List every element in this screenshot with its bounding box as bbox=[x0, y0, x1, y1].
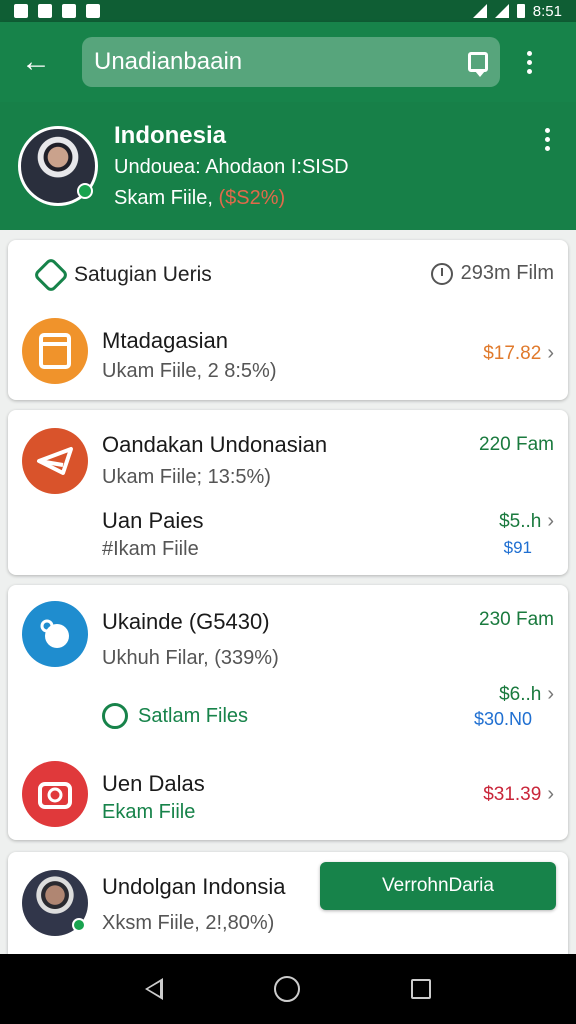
chevron-right-icon: › bbox=[547, 683, 554, 705]
battery-icon bbox=[516, 4, 525, 18]
camera-icon[interactable] bbox=[22, 761, 88, 827]
card-header-right-text: 293m Film bbox=[460, 262, 554, 284]
chevron-right-icon: › bbox=[547, 342, 554, 364]
card-header-title-text: Satugian Ueris bbox=[74, 263, 212, 286]
card-header-right: 293m Film bbox=[430, 262, 554, 285]
nav-recents-icon[interactable] bbox=[410, 979, 431, 999]
list-item-subtitle: Ukhuh Filar, (339%) bbox=[102, 647, 279, 669]
online-status-icon bbox=[72, 918, 86, 932]
list-item-subtitle: #Ikam Fiile bbox=[102, 538, 199, 560]
card-header-title: Satugian Ueris bbox=[74, 263, 212, 287]
kebab-menu-icon[interactable] bbox=[514, 50, 544, 74]
clock-icon bbox=[430, 262, 453, 285]
list-item-subtitle: Ekam Fiile bbox=[102, 801, 196, 823]
profile-name: Indonesia bbox=[114, 122, 227, 149]
game-icon bbox=[62, 4, 76, 18]
hexagon-icon bbox=[32, 256, 70, 294]
amount-text: $5..h bbox=[499, 510, 542, 532]
arrow-left-icon[interactable]: ← bbox=[14, 40, 58, 84]
clock-time: 8:51 bbox=[532, 2, 562, 20]
system-indicators: 8:51 bbox=[472, 2, 562, 20]
amount-text: $31.39 bbox=[483, 783, 542, 805]
profile-info: Indonesia Undouea: Ahodaon I:SISD Skam F… bbox=[114, 122, 349, 210]
card-transfers: Oandakan Undonasian Ukam Fiile; 13:5%) 2… bbox=[8, 410, 568, 575]
chat-bubble-icon[interactable] bbox=[468, 52, 488, 77]
list-item-title[interactable]: Oandakan Undonasian bbox=[102, 432, 327, 458]
list-item-amount-secondary: $91 bbox=[503, 538, 532, 557]
nav-back-icon[interactable] bbox=[145, 978, 164, 1000]
card-header: Satugian Ueris bbox=[32, 256, 212, 294]
profile-file-pct: ($S2%) bbox=[218, 187, 286, 209]
list-item-amount-secondary: $30.N0 bbox=[473, 709, 532, 729]
profile-file-label: Skam Fiile, bbox=[114, 187, 219, 209]
chevron-right-icon: › bbox=[547, 510, 554, 532]
avatar[interactable] bbox=[22, 870, 88, 936]
profile-header: Indonesia Undouea: Ahodaon I:SISD Skam F… bbox=[0, 102, 576, 230]
status-bar: 8:51 bbox=[0, 0, 576, 22]
list-item-amount[interactable]: $17.82 › bbox=[483, 342, 554, 365]
profile-subtitle: Undouea: Ahodaon I:SISD bbox=[114, 156, 349, 178]
list-item-subtitle: Ukam Fiile, 2 8:5%) bbox=[102, 360, 277, 382]
chevron-right-icon: › bbox=[547, 783, 554, 805]
satlam-files-link[interactable]: Satlam Files bbox=[102, 703, 248, 729]
link-label: Satlam Files bbox=[138, 704, 249, 727]
clock-icon bbox=[102, 703, 128, 729]
list-item-amount[interactable]: $6..h › bbox=[499, 683, 554, 706]
signal-icon bbox=[494, 4, 509, 18]
card-accounts: Ukainde (G5430) Ukhuh Filar, (339%) 230 … bbox=[8, 585, 568, 840]
list-item-right: 230 Fam bbox=[479, 609, 554, 630]
profile-file: Skam Fiile, ($S2%) bbox=[114, 187, 349, 210]
list-item-title[interactable]: Ukainde (G5430) bbox=[102, 609, 270, 635]
action-button[interactable]: VerrohnDaria bbox=[320, 862, 556, 910]
nav-home-icon[interactable] bbox=[273, 976, 300, 1002]
list-item-title[interactable]: Uen Dalas bbox=[102, 771, 205, 797]
card-summary: Satugian Ueris 293m Film Mtadagasian Uka… bbox=[8, 240, 568, 400]
system-navbar bbox=[0, 954, 576, 1024]
avatar[interactable] bbox=[18, 126, 98, 206]
list-item-amount[interactable]: $5..h › bbox=[499, 510, 554, 533]
sim-icon bbox=[86, 4, 100, 18]
list-item-title[interactable]: Mtadagasian bbox=[102, 328, 228, 354]
list-item-subtitle: Xksm Fiile, 2!,80%) bbox=[102, 912, 275, 934]
search-input[interactable]: Unadianbaain bbox=[94, 48, 468, 76]
document-icon[interactable] bbox=[22, 318, 88, 384]
list-item-subtitle: Ukam Fiile; 13:5%) bbox=[102, 466, 271, 488]
drop-icon[interactable] bbox=[22, 601, 88, 667]
wifi-icon bbox=[472, 4, 487, 18]
search-field[interactable]: Unadianbaain bbox=[82, 37, 500, 87]
plane-icon[interactable] bbox=[22, 428, 88, 494]
amount-text: $6..h bbox=[499, 683, 542, 705]
profile-kebab-menu-icon[interactable] bbox=[532, 128, 562, 151]
online-status-icon bbox=[77, 183, 93, 199]
amount-text: $17.82 bbox=[483, 342, 542, 364]
card-contact: Undolgan Indonsia Xksm Fiile, 2!,80%) Ve… bbox=[8, 852, 568, 962]
notification-icon bbox=[14, 4, 28, 18]
app-bar: ← Unadianbaain bbox=[0, 22, 576, 102]
list-item-right: 220 Fam bbox=[479, 434, 554, 455]
notification-icons bbox=[14, 4, 100, 18]
list-item-title[interactable]: Undolgan Indonsia bbox=[102, 874, 285, 900]
list-item-amount[interactable]: $31.39 › bbox=[483, 783, 554, 806]
list-item-title[interactable]: Uan Paies bbox=[102, 508, 204, 534]
music-icon bbox=[38, 4, 52, 18]
